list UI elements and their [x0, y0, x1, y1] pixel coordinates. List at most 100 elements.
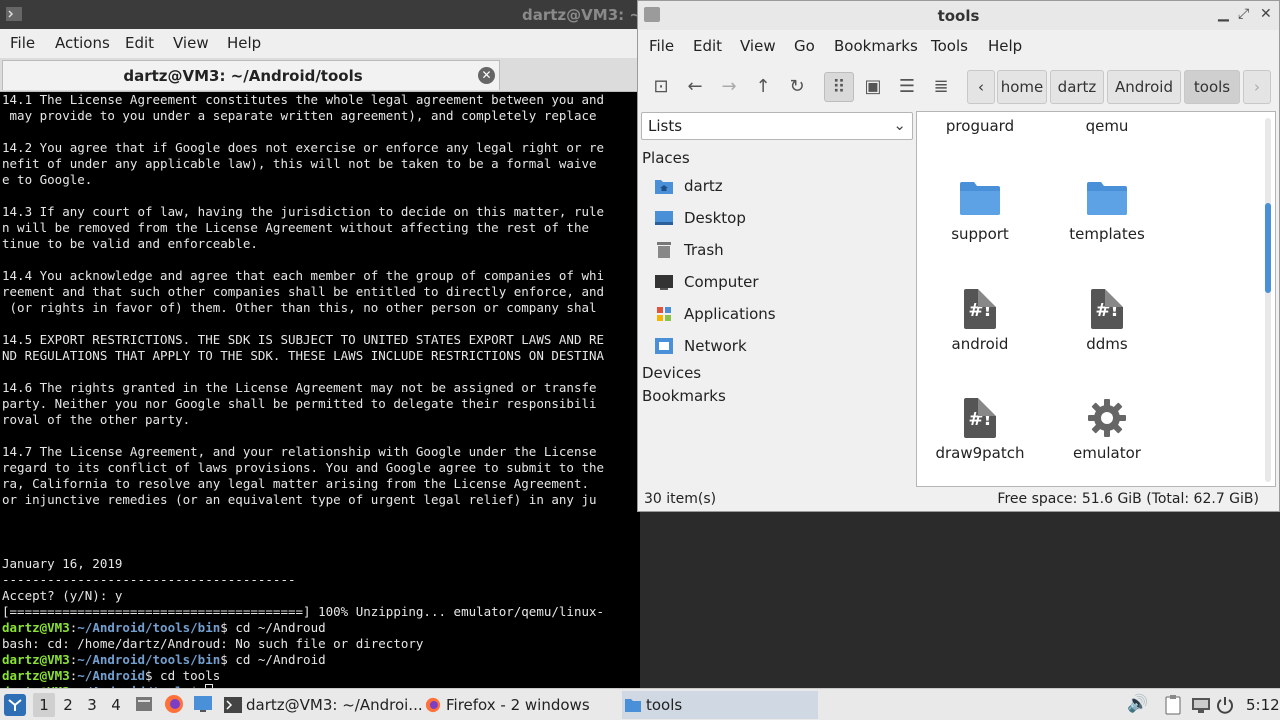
back-arrow-icon[interactable]: ← — [680, 72, 710, 102]
terminal-menu-edit[interactable]: Edit — [125, 34, 154, 52]
network-status-icon[interactable] — [1191, 696, 1211, 714]
terminal-line: reement and that such other companies sh… — [2, 284, 605, 299]
terminal-icon — [224, 697, 242, 713]
thumbnail-view-icon[interactable]: ▣ — [858, 72, 888, 102]
terminal-line: or injunctive remedies (or an equivalent… — [2, 492, 597, 507]
power-icon[interactable] — [1216, 696, 1234, 714]
start-menu-icon[interactable] — [4, 694, 26, 716]
file-view-scrollbar[interactable] — [1265, 118, 1271, 482]
sidebar-item-label: Applications — [684, 305, 776, 323]
file-item-templates[interactable]: templates — [1047, 178, 1167, 248]
sidebar-item-dartz[interactable]: dartz — [654, 174, 904, 200]
new-tab-icon[interactable]: ⊡ — [646, 72, 676, 102]
volume-icon[interactable]: 🔊 — [1127, 694, 1148, 714]
fm-menu-go[interactable]: Go — [794, 37, 815, 55]
workspace-4[interactable]: 4 — [105, 693, 127, 717]
detailed-list-view-icon[interactable]: ≣ — [926, 72, 956, 102]
terminal-tab-label: dartz@VM3: ~/Android/tools — [123, 67, 363, 85]
terminal-line: 14.7 The License Agreement, and your rel… — [2, 444, 597, 459]
terminal-titlebar[interactable]: dartz@VM3: ~ — [0, 0, 642, 29]
sidebar-item-computer[interactable]: Computer — [654, 270, 904, 296]
terminal-line: ND REGULATIONS THAT APPLY TO THE SDK. TH… — [2, 348, 605, 363]
breadcrumb-dartz[interactable]: dartz — [1050, 70, 1104, 104]
close-tab-icon[interactable]: ✕ — [478, 67, 495, 84]
terminal-output[interactable]: 14.1 The License Agreement constitutes t… — [0, 92, 640, 688]
close-icon[interactable]: ✕ — [1260, 6, 1272, 22]
sidebar-item-applications[interactable]: Applications — [654, 302, 904, 328]
workspace-1[interactable]: 1 — [33, 693, 55, 717]
terminal-tab[interactable]: dartz@VM3: ~/Android/tools ✕ — [2, 60, 500, 90]
file-item-proguard[interactable]: proguard — [920, 117, 1040, 141]
script-file-icon: #! — [1091, 289, 1123, 329]
task-tools[interactable]: tools — [622, 691, 818, 719]
file-item-ddms[interactable]: #! ddms — [1047, 289, 1167, 359]
file-manager-title: tools — [937, 7, 980, 25]
breadcrumb-tools[interactable]: tools — [1184, 70, 1240, 104]
terminal-menu-help[interactable]: Help — [227, 34, 261, 52]
file-item-qemu[interactable]: qemu — [1047, 117, 1167, 141]
sidebar-view-select[interactable]: Lists ⌄ — [641, 112, 913, 140]
fm-menu-view[interactable]: View — [740, 37, 776, 55]
file-manager-launcher-icon[interactable] — [135, 695, 153, 713]
prompt-user: dartz@VM3 — [2, 652, 70, 667]
task-firefox[interactable]: Firefox - 2 windows — [422, 691, 618, 719]
sidebar-item-trash[interactable]: Trash — [654, 238, 904, 264]
terminal-line: Accept? (y/N): y — [2, 588, 123, 603]
terminal-line: 14.4 You acknowledge and agree that each… — [2, 268, 605, 283]
fm-menu-edit[interactable]: Edit — [693, 37, 722, 55]
minimize-icon[interactable]: ▁ — [1218, 6, 1229, 22]
fm-menu-bookmarks[interactable]: Bookmarks — [834, 37, 918, 55]
clipboard-icon[interactable] — [1164, 695, 1182, 715]
bookmarks-header[interactable]: Bookmarks — [642, 387, 726, 405]
file-item-android[interactable]: #! android — [920, 289, 1040, 359]
terminal-menu-actions[interactable]: Actions — [55, 34, 110, 52]
maximize-icon[interactable]: ⤢ — [1238, 6, 1249, 22]
compact-view-icon[interactable]: ☰ — [892, 72, 922, 102]
task-terminal[interactable]: dartz@VM3: ~/Androi... — [222, 691, 423, 719]
icon-view-icon[interactable]: ⠿ — [824, 72, 854, 102]
terminal-output-text: bash: cd: /home/dartz/Androud: No such f… — [2, 636, 424, 651]
firefox-launcher-icon[interactable] — [164, 694, 184, 714]
file-item-label: qemu — [1085, 117, 1129, 135]
file-item-draw9patch[interactable]: #! draw9patch — [920, 398, 1040, 468]
fm-menu-tools[interactable]: Tools — [931, 37, 968, 55]
breadcrumb-scroll-right-icon[interactable]: › — [1243, 70, 1271, 104]
script-file-icon: #! — [964, 398, 996, 438]
fm-menu-file[interactable]: File — [649, 37, 674, 55]
breadcrumb-android[interactable]: Android — [1107, 70, 1181, 104]
sidebar-item-network[interactable]: Network — [654, 334, 904, 360]
sidebar-item-label: Computer — [684, 273, 759, 291]
file-item-label: ddms — [1086, 335, 1128, 353]
sidebar-item-label: Desktop — [684, 209, 746, 227]
reload-icon[interactable]: ↻ — [782, 72, 812, 102]
scrollbar-thumb[interactable] — [1265, 203, 1271, 293]
forward-arrow-icon[interactable]: → — [714, 72, 744, 102]
fm-menu-help[interactable]: Help — [988, 37, 1022, 55]
desktop-icon — [655, 211, 673, 225]
file-item-support[interactable]: support — [920, 178, 1040, 248]
file-item-emulator[interactable]: emulator — [1047, 398, 1167, 468]
folder-icon — [625, 699, 641, 712]
prompt-path: ~/Android — [77, 668, 145, 683]
breadcrumb-home[interactable]: home — [997, 70, 1047, 104]
terminal-menu-file[interactable]: File — [10, 34, 35, 52]
file-manager-titlebar[interactable]: tools ▁ ⤢ ✕ — [638, 1, 1279, 30]
places-header[interactable]: Places — [642, 149, 690, 167]
terminal-menu-view[interactable]: View — [173, 34, 209, 52]
sidebar-item-desktop[interactable]: Desktop — [654, 206, 904, 232]
desktop-launcher-icon[interactable] — [193, 695, 213, 713]
breadcrumb-scroll-left-icon[interactable]: ‹ — [967, 70, 995, 104]
file-manager-toolbar: ⊡ ← → ↑ ↻ ⠿ ▣ ☰ ≣ ‹ home dartz Android t… — [638, 60, 1279, 110]
file-view[interactable]: proguard qemu support templates #! andro… — [916, 111, 1276, 487]
clock[interactable]: 5:12 — [1246, 696, 1280, 714]
up-arrow-icon[interactable]: ↑ — [748, 72, 778, 102]
workspace-2[interactable]: 2 — [57, 693, 79, 717]
workspace-3[interactable]: 3 — [81, 693, 103, 717]
terminal-line: 14.2 You agree that if Google does not e… — [2, 140, 605, 155]
devices-header[interactable]: Devices — [642, 364, 701, 382]
prompt-command: cd ~/Androud — [227, 620, 326, 635]
